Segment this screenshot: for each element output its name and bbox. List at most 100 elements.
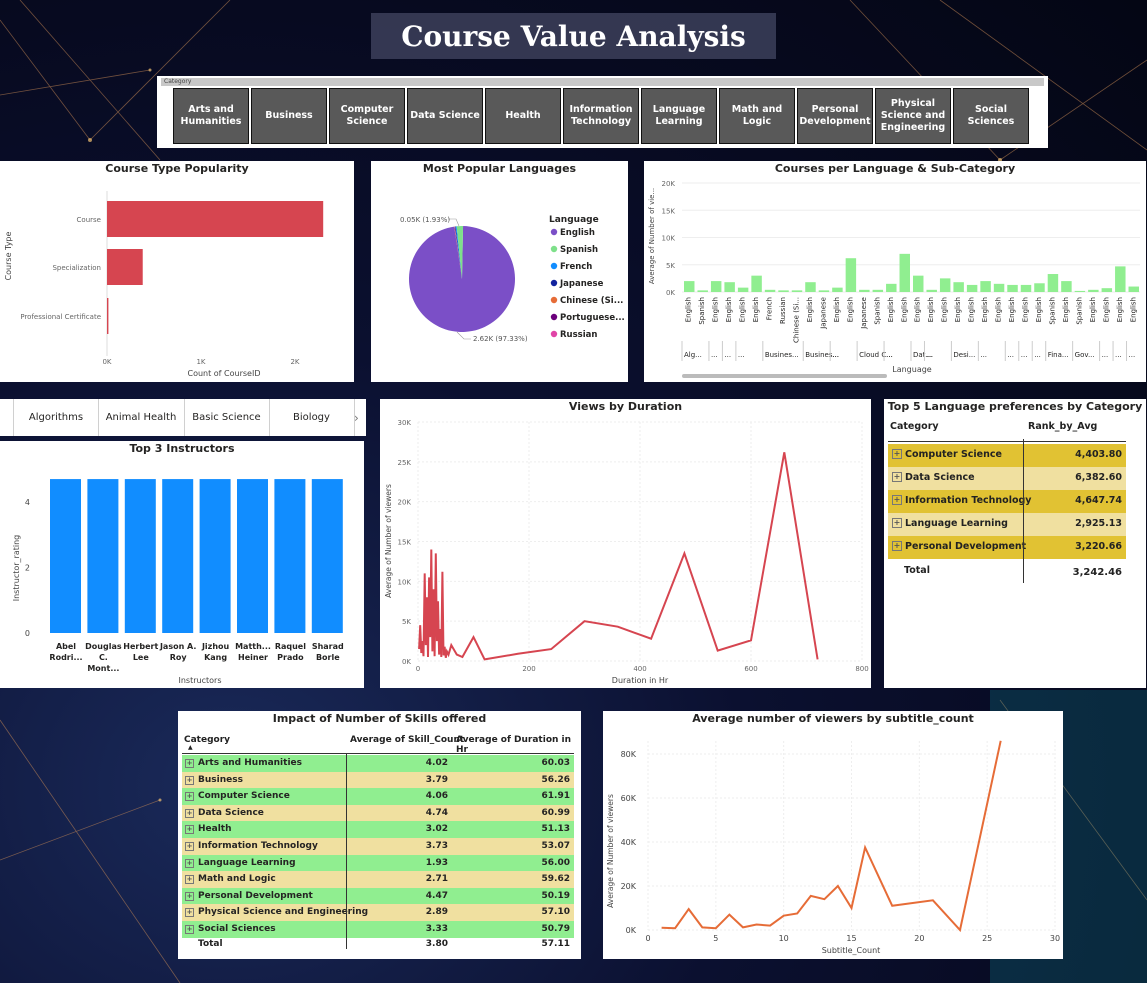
y-tick: 0K	[666, 289, 675, 297]
y-tick: 20K	[662, 180, 676, 188]
expand-icon[interactable]: +	[892, 472, 902, 482]
expand-icon[interactable]: +	[185, 924, 194, 934]
group-label: Gov...	[1075, 351, 1095, 359]
x-tick: 800	[855, 665, 868, 673]
slicer-tile[interactable]: Computer Science	[329, 88, 405, 144]
duration-cell: 50.19	[541, 890, 570, 901]
bar	[818, 290, 830, 292]
x-tick: 30	[1050, 934, 1060, 943]
skills-panel: Impact of Number of Skills offered Categ…	[178, 711, 581, 959]
skills-col-skill[interactable]: Average of Skill_Count	[350, 735, 464, 745]
x-tick: English	[685, 297, 693, 322]
bar	[778, 290, 789, 292]
bar	[913, 275, 924, 292]
bar	[764, 289, 776, 292]
slicer-tile[interactable]: Health	[485, 88, 561, 144]
slicer-tile[interactable]: Physical Science and Engineering	[875, 88, 951, 144]
table-row: + Language Learning 2,925.13	[888, 513, 1126, 536]
lang-subcat-panel: Courses per Language & Sub-Category 0K 5K…	[644, 161, 1146, 382]
bar	[751, 275, 762, 292]
y-tick: 4	[25, 498, 30, 507]
skills-col-duration[interactable]: Average of Duration in Hr	[456, 735, 581, 755]
x-tick: English	[806, 297, 814, 322]
x-tick: Herbert	[123, 642, 158, 651]
expand-icon[interactable]: +	[892, 449, 902, 459]
x-tick: English	[1129, 297, 1137, 322]
legend-item: Japanese	[559, 279, 604, 289]
x-tick: English	[887, 297, 895, 322]
bar	[1061, 281, 1072, 292]
x-tick: English	[900, 297, 908, 322]
slicer-tile[interactable]: Business	[251, 88, 327, 144]
bar	[1115, 266, 1126, 292]
slicer-tile[interactable]: Social Sciences	[953, 88, 1029, 144]
table-row: + Information Technology 3.73 53.07	[182, 837, 574, 855]
subcategory-tile[interactable]: Animal Health	[98, 399, 185, 436]
x-tick: English	[1022, 297, 1030, 322]
expand-icon[interactable]: +	[185, 759, 194, 768]
subcategory-tile[interactable]: Basic Science	[184, 399, 270, 436]
x-tick: 1K	[196, 358, 205, 366]
expand-icon[interactable]: +	[185, 841, 194, 851]
x-tick: Mont...	[87, 664, 119, 673]
expand-icon[interactable]: +	[185, 775, 194, 785]
skill-cell: 4.74	[425, 807, 448, 818]
slicer-tile[interactable]: Language Learning	[641, 88, 717, 144]
y-tick: 20K	[621, 882, 637, 891]
horizontal-scrollbar[interactable]	[682, 374, 887, 378]
skill-cell: 4.47	[425, 890, 448, 901]
y-tick: 0	[25, 629, 30, 638]
expand-icon[interactable]: +	[185, 891, 194, 901]
duration-cell: 57.10	[541, 907, 570, 918]
instructors-title: Top 3 Instructors	[129, 442, 235, 455]
expand-icon[interactable]: +	[185, 858, 194, 868]
bar	[50, 479, 81, 633]
bar	[1074, 290, 1086, 292]
leader-line	[456, 331, 471, 340]
x-tick: Japanese	[860, 297, 868, 330]
legend-marker	[550, 296, 558, 304]
category-cell: Personal Development	[905, 541, 1027, 552]
duration-cell: 50.79	[541, 923, 570, 934]
slicer-tile[interactable]: Data Science	[407, 88, 483, 144]
slicer-tile[interactable]: Arts and Humanities	[173, 88, 249, 144]
expand-icon[interactable]: +	[185, 908, 194, 918]
y-tick: 2	[25, 564, 30, 573]
slicer-tile[interactable]: Information Technology	[563, 88, 639, 144]
duration-cell: 61.91	[541, 791, 570, 802]
rank-cell: 3,220.66	[1075, 541, 1122, 552]
expand-icon[interactable]: +	[185, 875, 194, 885]
lang-pref-panel: Top 5 Language preferences by Category C…	[884, 399, 1146, 688]
bar	[1047, 274, 1059, 292]
lang-pref-col-category[interactable]: Category	[890, 421, 939, 432]
page-title: Course Value Analysis	[371, 13, 776, 59]
views-duration-title: Views by Duration	[568, 400, 683, 413]
chevron-right-icon[interactable]: ›	[354, 399, 359, 436]
expand-icon[interactable]: +	[892, 495, 902, 505]
legend-marker	[550, 279, 558, 287]
skill-cell: 2.89	[425, 907, 448, 918]
x-tick: French	[766, 297, 774, 320]
table-row: + Language Learning 1.93 56.00	[182, 854, 574, 872]
expand-icon[interactable]: +	[892, 541, 902, 551]
lang-subcat-title: Courses per Language & Sub-Category	[774, 162, 1016, 175]
y-axis-label: Average of Number of vie...	[648, 188, 656, 284]
bar	[107, 298, 109, 334]
bar	[832, 287, 843, 292]
expand-icon[interactable]: +	[185, 792, 194, 802]
table-row: + Business 3.79 56.26	[182, 771, 574, 789]
expand-icon[interactable]: +	[892, 518, 902, 528]
lang-pref-col-rank[interactable]: Rank_by_Avg	[1028, 421, 1097, 432]
slicer-tile[interactable]: Math and Logic	[719, 88, 795, 144]
x-axis-label: Count of CourseID	[187, 369, 260, 378]
slicer-tile[interactable]: Personal Development	[797, 88, 873, 144]
expand-icon[interactable]: +	[185, 808, 194, 818]
bar	[87, 479, 119, 633]
legend-item: Portuguese...	[560, 313, 625, 323]
expand-icon[interactable]: +	[185, 825, 194, 835]
slice-label-small: 0.05K (1.93%)	[400, 216, 450, 224]
x-tick: C.	[99, 653, 108, 662]
subcategory-tile[interactable]: Biology	[269, 399, 355, 436]
x-tick: Raquel	[275, 642, 306, 651]
subcategory-tile[interactable]: Algorithms	[14, 399, 99, 436]
